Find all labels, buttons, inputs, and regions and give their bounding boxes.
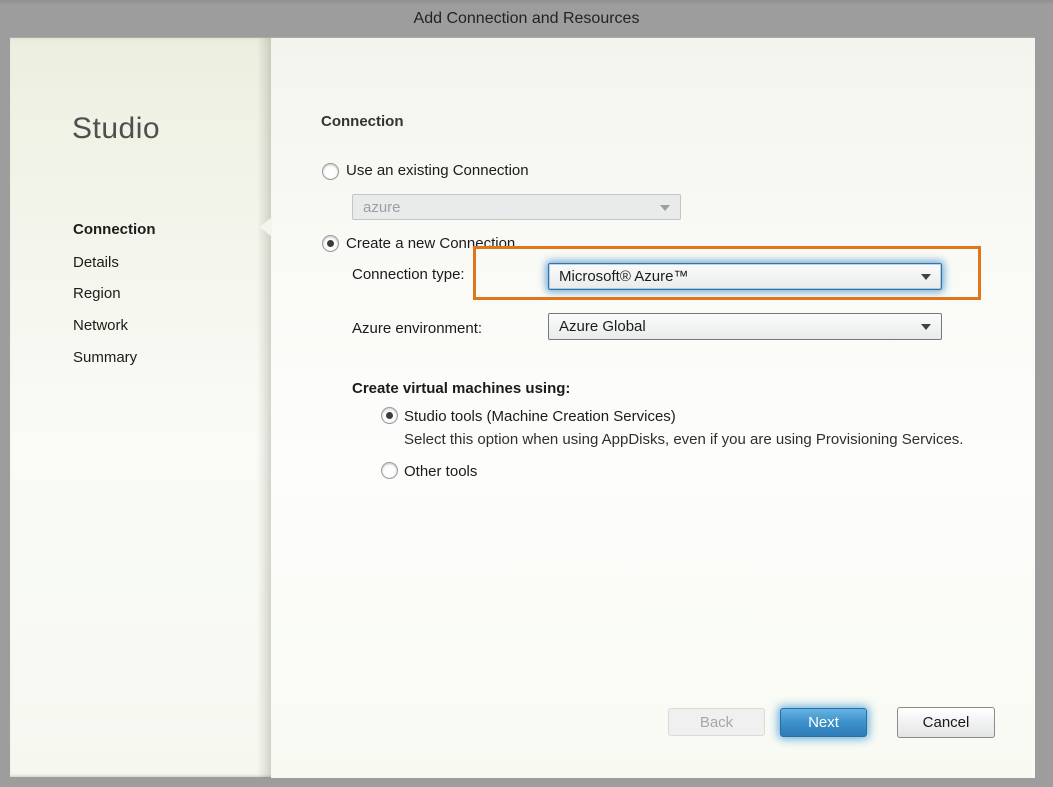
connection-type-value: Microsoft® Azure™: [559, 268, 688, 285]
wizard-dialog: Studio Connection Details Region Network…: [10, 37, 1035, 777]
connection-type-dropdown[interactable]: Microsoft® Azure™: [548, 263, 942, 290]
window-title: Add Connection and Resources: [414, 10, 640, 28]
page-title: Connection: [321, 113, 404, 130]
next-button[interactable]: Next: [780, 708, 867, 737]
studio-brand: Studio: [72, 112, 160, 146]
sidebar-item-network: Network: [73, 316, 128, 335]
radio-studio-tools-label[interactable]: Studio tools (Machine Creation Services): [404, 407, 676, 426]
azure-environment-label: Azure environment:: [352, 319, 482, 338]
radio-create-new-connection-label[interactable]: Create a new Connection: [346, 234, 515, 253]
sidebar-item-details: Details: [73, 253, 119, 272]
sidebar-divider: [257, 38, 271, 778]
vm-section-label: Create virtual machines using:: [352, 379, 570, 398]
cancel-button[interactable]: Cancel: [897, 707, 995, 738]
radio-other-tools[interactable]: [381, 462, 398, 479]
screen: Add Connection and Resources Studio Conn…: [0, 0, 1053, 787]
window-titlebar: Add Connection and Resources: [0, 0, 1053, 37]
existing-connection-value: azure: [363, 199, 401, 216]
radio-studio-tools[interactable]: [381, 407, 398, 424]
sidebar-item-summary: Summary: [73, 348, 137, 367]
sidebar-item-region: Region: [73, 284, 121, 303]
radio-use-existing-connection[interactable]: [322, 163, 339, 180]
chevron-down-icon: [921, 274, 931, 280]
azure-environment-value: Azure Global: [559, 318, 646, 335]
chevron-down-icon: [921, 324, 931, 330]
active-step-notch: [260, 217, 272, 237]
connection-type-label: Connection type:: [352, 265, 465, 284]
radio-create-new-connection[interactable]: [322, 235, 339, 252]
radio-other-tools-label[interactable]: Other tools: [404, 462, 477, 481]
radio-use-existing-connection-label[interactable]: Use an existing Connection: [346, 161, 529, 180]
chevron-down-icon: [660, 205, 670, 211]
studio-tools-description: Select this option when using AppDisks, …: [404, 430, 963, 449]
back-button: Back: [668, 708, 765, 736]
sidebar-item-connection: Connection: [73, 220, 156, 239]
azure-environment-dropdown[interactable]: Azure Global: [548, 313, 942, 340]
existing-connection-dropdown: azure: [352, 194, 681, 220]
